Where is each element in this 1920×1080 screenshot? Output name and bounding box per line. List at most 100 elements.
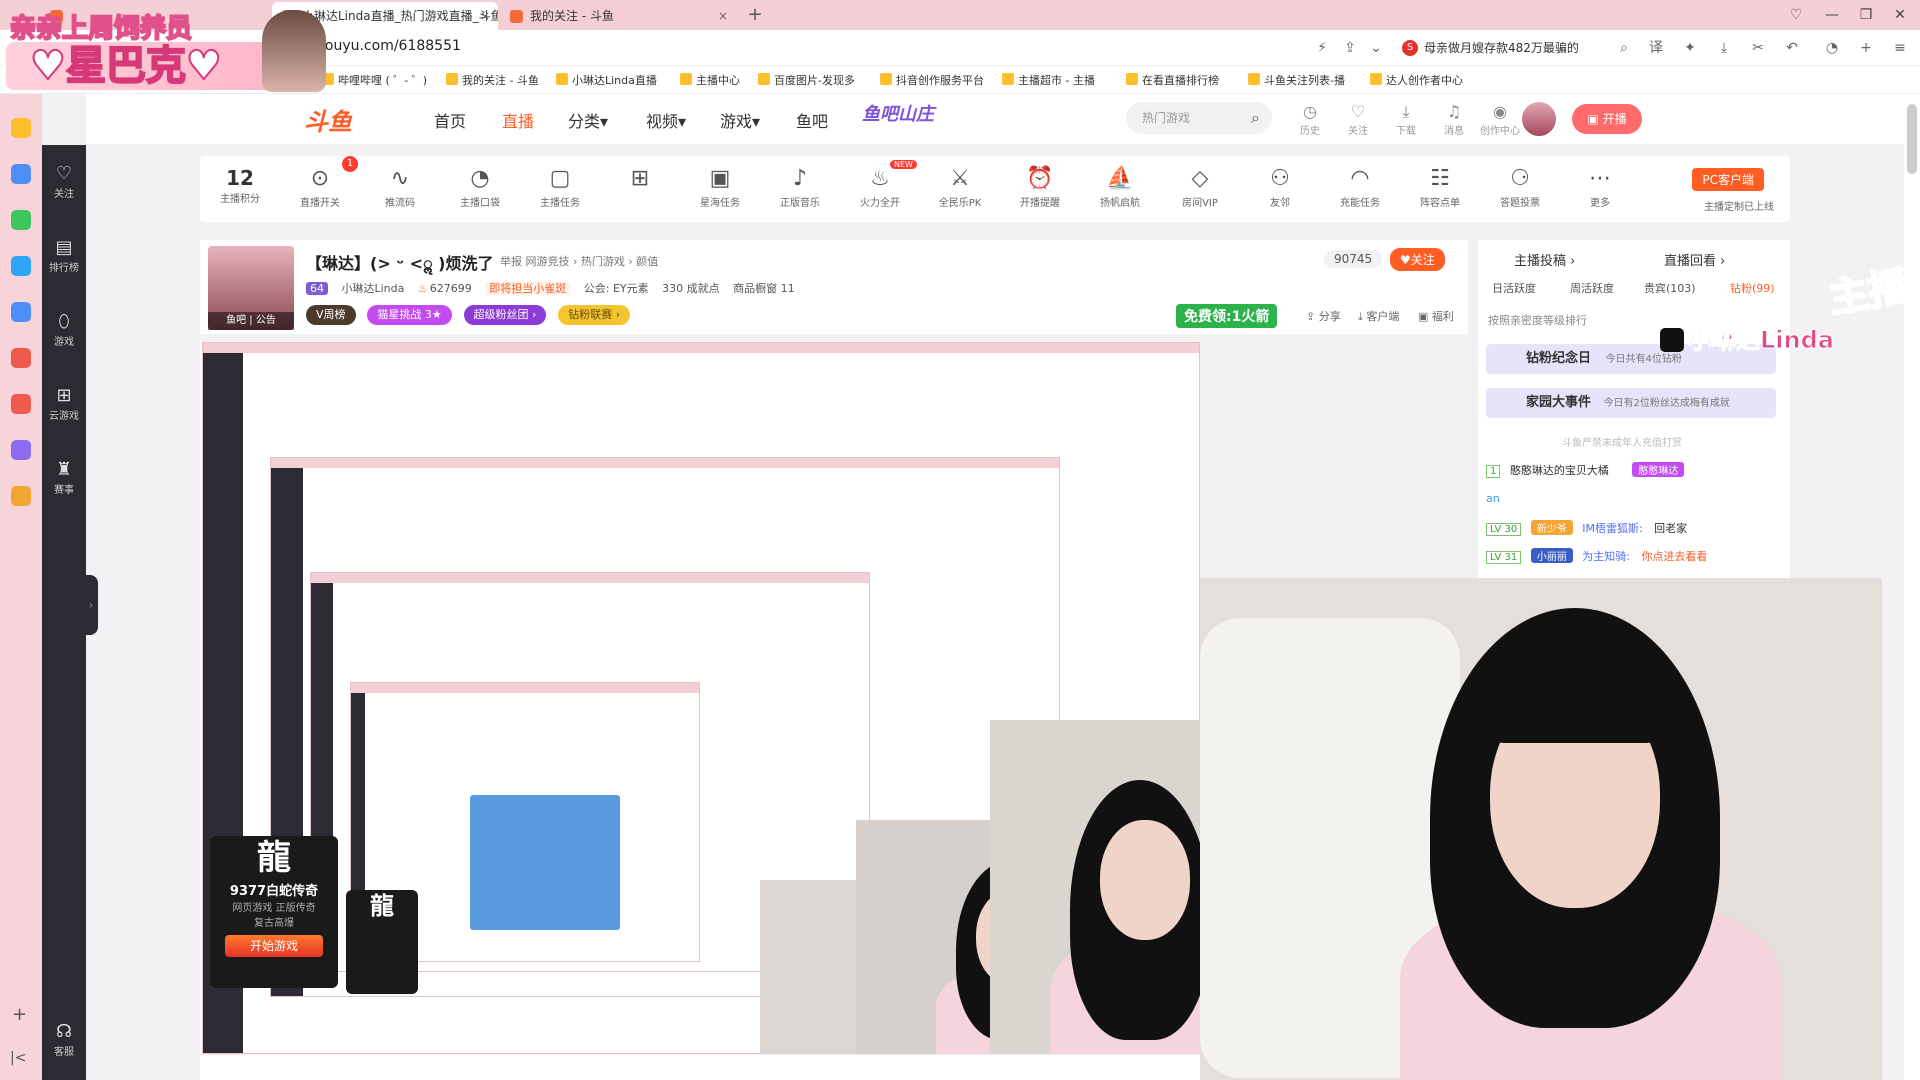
chevron-down-icon[interactable]: ⌄ [1366, 38, 1386, 58]
toolbar-sail[interactable]: ⛵ 扬帆启航 [1080, 164, 1160, 209]
bookmark-item[interactable]: 哔哩哔哩 ( ゜- ゜) [322, 72, 427, 88]
toolbar-pocket[interactable]: ◔ 主播口袋 [440, 164, 520, 209]
diamond-league-pill[interactable]: 钻粉联赛 › [558, 305, 631, 325]
subtab-daily[interactable]: 日活跃度 [1492, 280, 1536, 296]
page-scrollbar[interactable] [1904, 94, 1920, 1080]
toolbar-reminder[interactable]: ⏰ 开播提醒 [1000, 164, 1080, 209]
game-ad[interactable]: 龍 9377白蛇传奇 网页游戏 正版传奇 复古高爆 开始游戏 [210, 836, 338, 988]
toolbar-music[interactable]: ♪ 正版音乐 [760, 164, 840, 209]
scrollbar-thumb[interactable] [1907, 104, 1917, 174]
new-tab-button[interactable]: + [740, 0, 770, 30]
client-button[interactable]: ⤓ 客户端 [1358, 308, 1399, 324]
header-follow[interactable]: ♡ 关注 [1338, 102, 1378, 137]
bookmark-star-icon[interactable]: ♡ [1776, 0, 1816, 30]
share-icon[interactable]: ⇪ [1340, 38, 1360, 58]
start-game-button[interactable]: 开始游戏 [225, 935, 323, 957]
go-live-button[interactable]: ▣ 开播 [1572, 104, 1642, 134]
sidebar-item-esports[interactable]: ♜ 赛事 [42, 459, 86, 496]
achievements[interactable]: 330 成就点 [662, 282, 720, 295]
url-field[interactable]: douyu.com/6188551 [316, 38, 461, 54]
pc-client-button[interactable]: PC客户端 [1692, 168, 1764, 191]
wechat-icon[interactable] [11, 210, 31, 230]
sidebar-item-game[interactable]: ⬯ 游戏 [42, 311, 86, 348]
history-icon[interactable]: ◔ [1822, 38, 1842, 58]
chat-user[interactable]: IM梧雷狐斯: [1582, 522, 1642, 535]
anchor-avatar[interactable]: 鱼吧 | 公告 [208, 246, 294, 330]
nav-category[interactable]: 分类▾ [568, 108, 608, 132]
nav-live[interactable]: 直播 [502, 108, 534, 132]
undo-icon[interactable]: ↶ [1782, 38, 1802, 58]
super-fan-pill[interactable]: 超级粉丝团 › [463, 305, 547, 325]
search-icon[interactable]: ⌕ [1614, 38, 1634, 58]
toolbar-room-vip[interactable]: ◇ 房间VIP [1160, 164, 1240, 209]
sidebar-item-follow[interactable]: ♡ 关注 [42, 163, 86, 200]
bookmark-item[interactable]: 主播中心 [680, 72, 740, 88]
window-close-icon[interactable]: ✕ [1880, 0, 1920, 30]
nav-yuba[interactable]: 鱼吧 [796, 108, 828, 132]
subtab-weekly[interactable]: 周活跃度 [1570, 280, 1614, 296]
free-rocket-button[interactable]: 免费领:1火箭 [1176, 304, 1278, 328]
search-icon[interactable] [11, 486, 31, 506]
shop[interactable]: 商品橱窗 11 [733, 282, 795, 295]
search-icon[interactable]: ⌕ [1251, 102, 1260, 134]
share-button[interactable]: ⇪ 分享 [1306, 308, 1341, 324]
header-history[interactable]: ◷ 历史 [1290, 102, 1330, 137]
header-creator[interactable]: ◉ 创作中心 [1480, 102, 1520, 137]
sidebar-item-support[interactable]: ☊ 客服 [42, 1021, 86, 1058]
bookmark-item[interactable]: 达人创作者中心 [1370, 72, 1463, 88]
toolbar-live-switch[interactable]: ⊙ 直播开关 [280, 164, 360, 209]
bookmark-item[interactable]: 百度图片-发现多 [758, 72, 855, 88]
omni-search[interactable]: S 母亲做月嫂存款482万最骗的 [1400, 36, 1630, 60]
game-ad-small[interactable]: 龍 [346, 890, 418, 994]
nav-video[interactable]: 视频▾ [646, 108, 686, 132]
sidebar-item-ranking[interactable]: ▤ 排行榜 [42, 237, 86, 274]
favorites-icon[interactable] [11, 118, 31, 138]
bookmark-item[interactable]: 小琳达Linda直播 [556, 72, 657, 88]
guild[interactable]: 公会: EY元素 [584, 282, 649, 295]
bookmark-item[interactable]: 在看直播排行榜 [1126, 72, 1219, 88]
toolbar-gift[interactable]: ⊞ [600, 164, 680, 194]
bookmark-item[interactable]: 我的关注 - 斗鱼 [446, 72, 539, 88]
toolbar-neighbors[interactable]: ⚇ 友邻 [1240, 164, 1320, 209]
avatar-tags[interactable]: 鱼吧 | 公告 [208, 312, 294, 330]
nav-home[interactable]: 首页 [434, 108, 466, 132]
event-logo[interactable]: 鱼吧山庄 [862, 100, 934, 126]
translate-icon[interactable]: 译 [1646, 38, 1666, 58]
follow-button[interactable]: ♥关注 [1390, 248, 1445, 271]
toolbar-stream-key[interactable]: ∿ 推流码 [360, 164, 440, 209]
toolbar-tasks[interactable]: ▢ 主播任务 [520, 164, 600, 209]
fan-rank-row[interactable]: 1 憨憨琳达的宝贝大橘 憨憨琳达 [1486, 462, 1690, 478]
fan-badge[interactable]: 即将担当小雀斑 [485, 282, 571, 295]
close-icon[interactable]: × [480, 2, 490, 30]
toolbar-charge[interactable]: ◠ 充能任务 [1320, 164, 1400, 209]
user-avatar[interactable] [1522, 102, 1556, 136]
bookmark-item[interactable]: 斗鱼关注列表-播 [1248, 72, 1345, 88]
cat-challenge-pill[interactable]: 猫星挑战 3★ [367, 305, 452, 325]
toolbar-quiz[interactable]: ⚆ 答题投票 [1480, 164, 1560, 209]
weekly-rank-pill[interactable]: V周榜 [306, 305, 356, 325]
douyu-logo[interactable]: 斗鱼 [304, 102, 384, 136]
download-icon[interactable]: ⤓ [1714, 38, 1734, 58]
toolbar-starsea[interactable]: ▣ 星海任务 [680, 164, 760, 209]
bookmark-item[interactable]: 主播超市 - 主播 [1002, 72, 1095, 88]
app-icon[interactable] [11, 256, 31, 276]
welfare-button[interactable]: ▣ 福利 [1418, 308, 1454, 324]
home-event-row[interactable]: 家园大事件 今日有2位粉丝达成梅有成就 [1486, 388, 1776, 418]
clock-icon[interactable] [11, 164, 31, 184]
toolbar-pk[interactable]: ⚔ 全民乐PK [920, 164, 1000, 209]
pen-icon[interactable] [11, 440, 31, 460]
sidebar-expand-handle[interactable]: › [84, 575, 98, 635]
search-input[interactable]: 热门游戏 ⌕ [1126, 102, 1272, 134]
add-icon[interactable]: + [12, 1004, 27, 1025]
toolbar-firepower[interactable]: ♨ 火力全开 [840, 164, 920, 209]
cloud-icon[interactable] [11, 302, 31, 322]
anchor-name[interactable]: 小琳达Linda [342, 282, 405, 295]
collapse-icon[interactable]: |< [10, 1050, 26, 1066]
report-link[interactable]: 举报 [500, 255, 522, 268]
pdf-icon[interactable] [11, 394, 31, 414]
browser-tab-follow[interactable]: 我的关注 - 斗鱼 × [500, 2, 736, 30]
close-icon[interactable]: × [718, 2, 728, 30]
category-breadcrumb[interactable]: 网游竞技 › 热门游戏 › 颜值 [526, 255, 659, 268]
nav-game[interactable]: 游戏▾ [720, 108, 760, 132]
scissors-icon[interactable]: ✂ [1748, 38, 1768, 58]
